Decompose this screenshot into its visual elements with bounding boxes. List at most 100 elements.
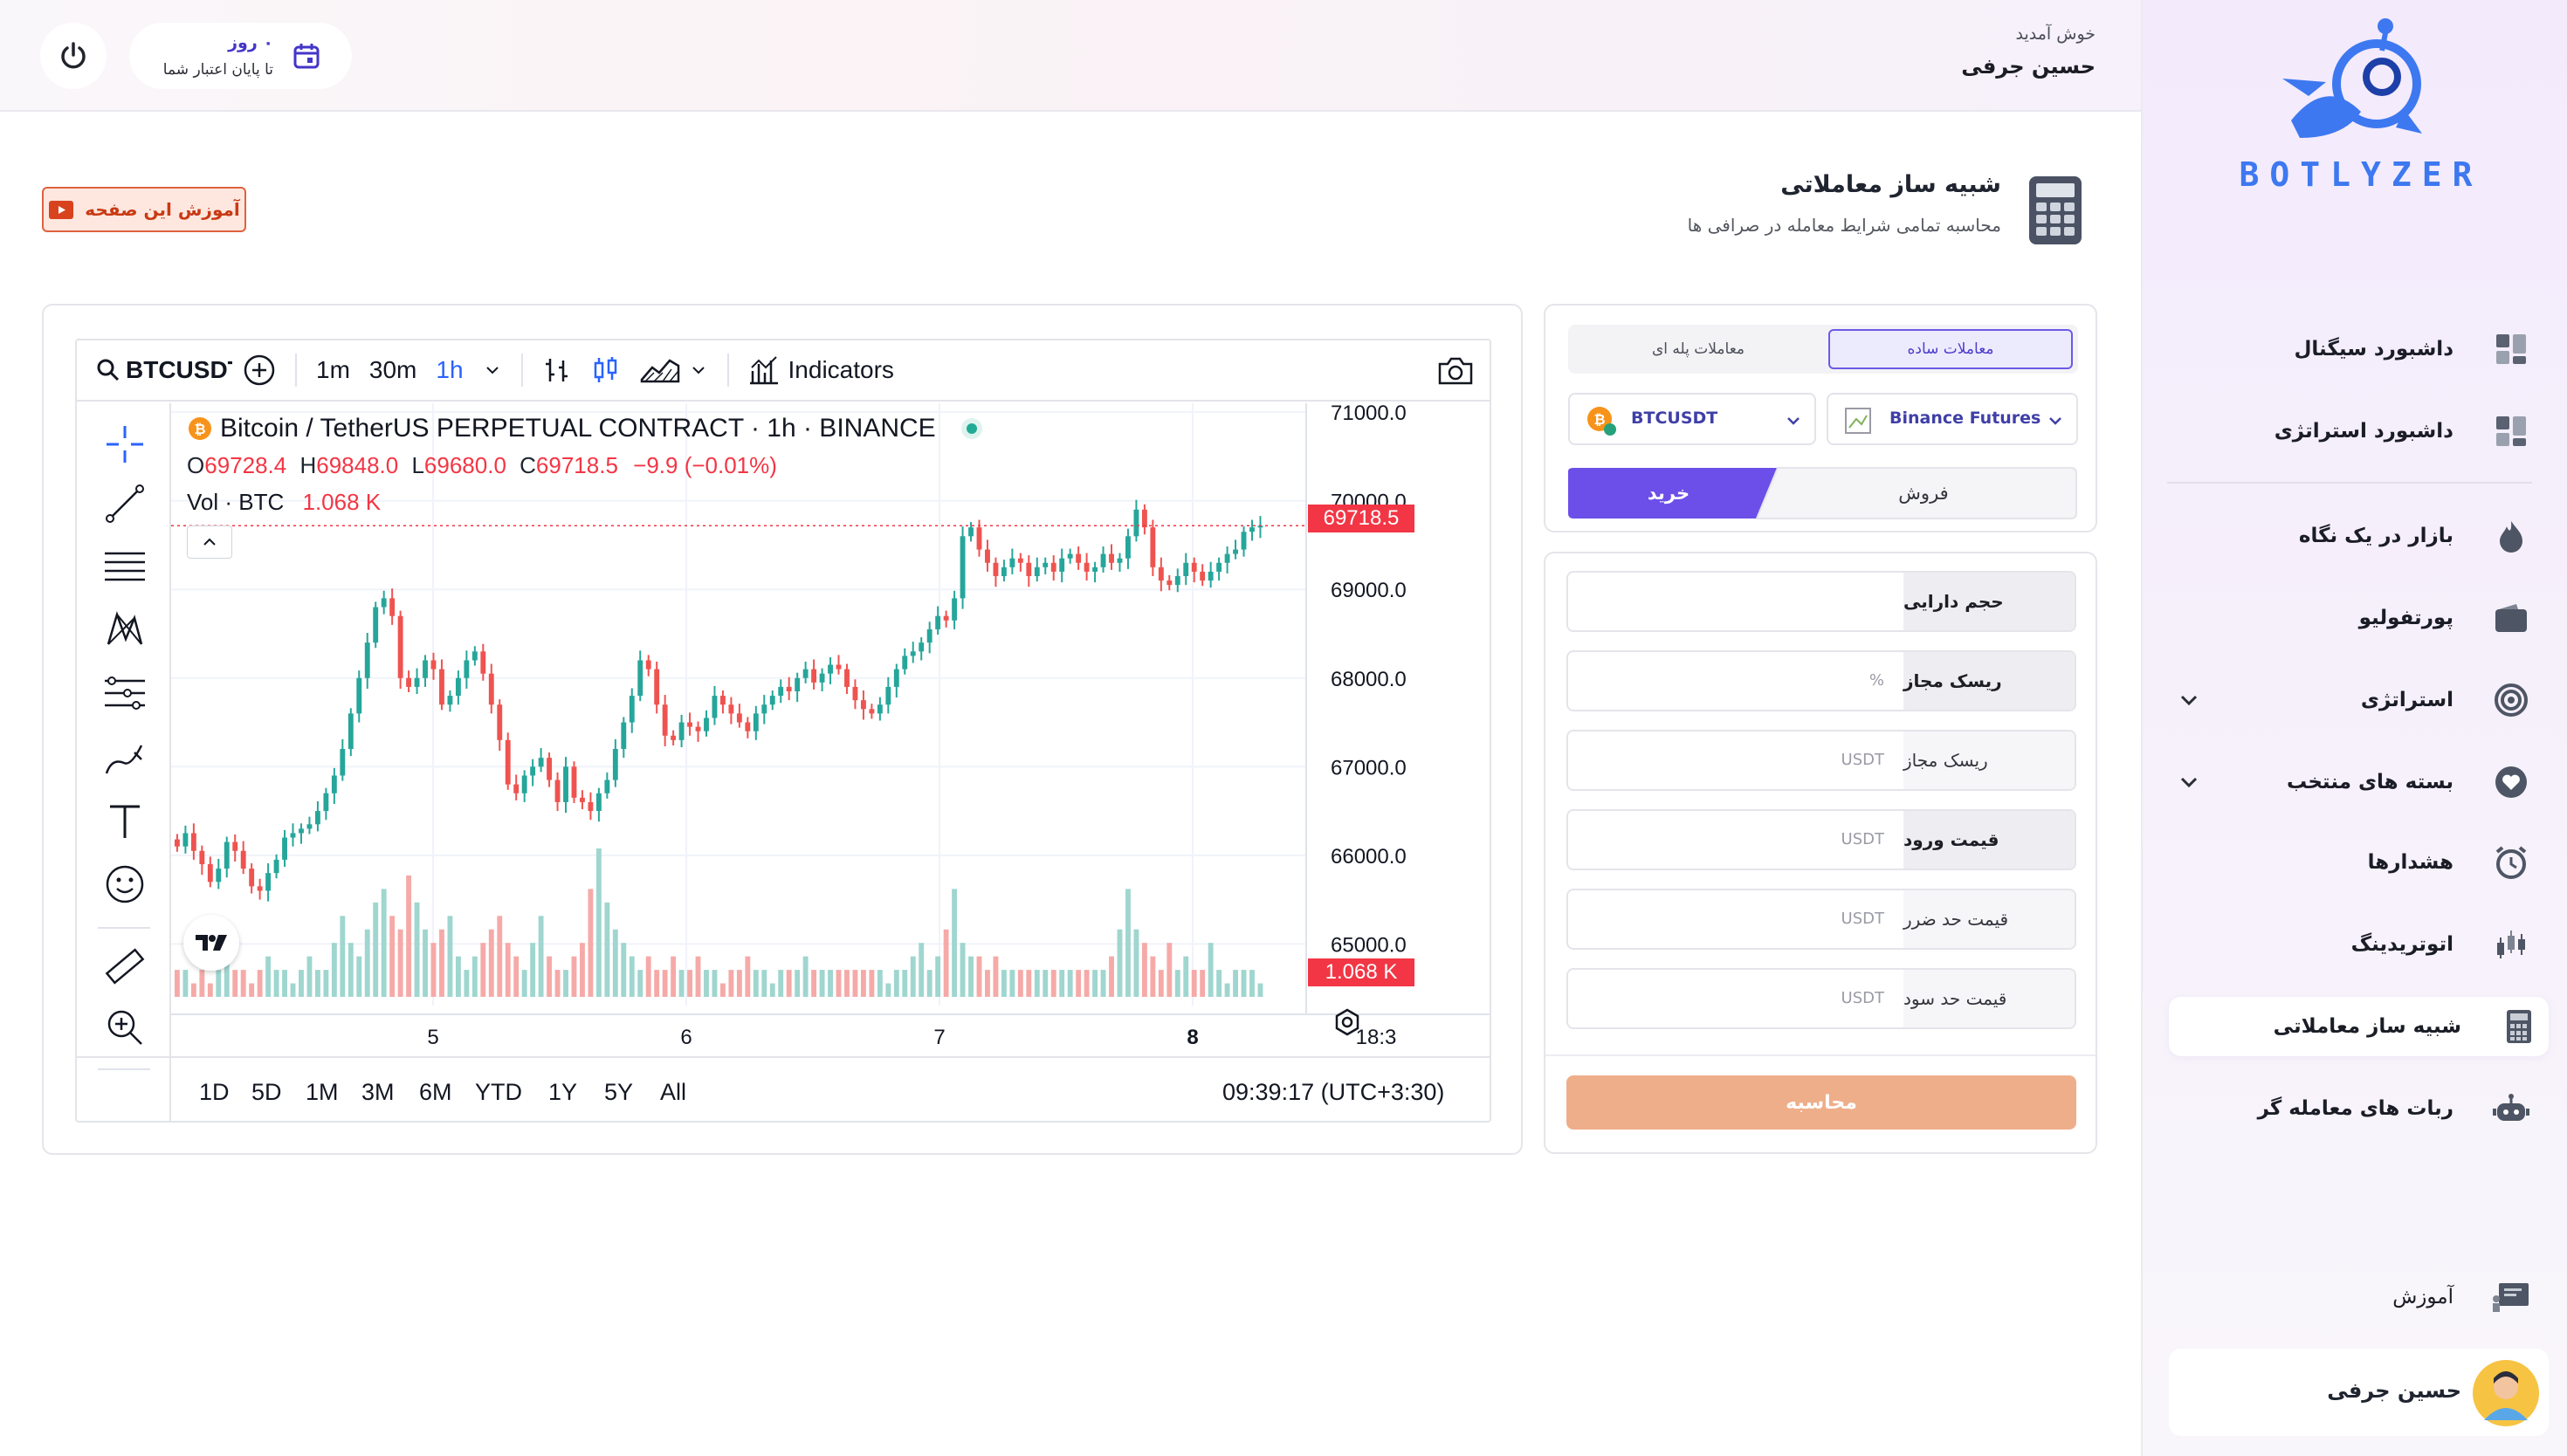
take-profit-field[interactable]: قیمت حد سود USDT [1566, 968, 2076, 1029]
range-5d[interactable]: 5D [251, 1079, 282, 1106]
chevron-down-icon[interactable] [2176, 687, 2202, 713]
interval-30m[interactable]: 30m [369, 356, 416, 384]
stop-loss-field[interactable]: قیمت حد ضرر USDT [1566, 889, 2076, 950]
zoom-in-icon[interactable] [103, 1006, 147, 1049]
fib-retracement-icon[interactable] [103, 546, 147, 587]
interval-1h[interactable]: 1h [436, 356, 463, 384]
volume-bar [447, 916, 453, 997]
volume-bar [935, 956, 941, 997]
candle-body [547, 758, 553, 780]
candle-body [199, 850, 205, 864]
volume-bar [563, 970, 568, 997]
chart-plot-area[interactable]: 71000.0 70000.0 69000.0 68000.0 67000.0 66000… [171, 403, 1490, 1121]
volume-legend: Vol · BTC 1.068 K [187, 489, 381, 516]
tradingview-logo[interactable] [183, 915, 239, 971]
sidebar-item-trade-simulator[interactable]: شبیه ساز معاملاتی [2169, 997, 2549, 1056]
volume-bar [1050, 970, 1056, 997]
chevron-down-icon[interactable] [483, 361, 502, 380]
volume-bar [1100, 970, 1106, 997]
x-tick-label: 7 [933, 1026, 945, 1049]
range-5y[interactable]: 5Y [604, 1079, 633, 1106]
indicators-button[interactable]: Indicators [748, 355, 894, 385]
candle-body [952, 598, 958, 621]
crosshair-icon[interactable] [103, 422, 147, 466]
interval-1m[interactable]: 1m [316, 356, 350, 384]
candle-body [621, 722, 627, 749]
chart-clock[interactable]: 09:39:17 (UTC+3:30) [1222, 1079, 1444, 1106]
volume-bar [786, 970, 792, 997]
volume-bar [1043, 970, 1049, 997]
logout-button[interactable] [40, 23, 107, 89]
volume-bar [919, 943, 925, 997]
volume-bar [265, 956, 272, 997]
area-chart-type-icon[interactable] [640, 355, 680, 385]
emoji-icon[interactable] [103, 862, 147, 906]
text-tool-icon[interactable] [105, 801, 145, 841]
sell-button[interactable]: فروش [1769, 466, 2078, 520]
risk-percent-field[interactable]: ریسک مجاز % [1566, 650, 2076, 711]
ohlc-l-key: L [411, 452, 424, 478]
range-all[interactable]: All [660, 1079, 686, 1106]
trend-line-icon[interactable] [105, 484, 145, 524]
buy-button[interactable]: خرید [1568, 466, 1769, 520]
sidebar-item-strategy[interactable]: استراتژی [2141, 670, 2567, 730]
volume-bar [902, 970, 908, 997]
range-1m[interactable]: 1M [306, 1079, 339, 1106]
tradingview-widget[interactable]: BTCUSDT 1m 30m 1h Indicators 71000.0 700… [75, 339, 1491, 1123]
brush-icon[interactable] [103, 738, 147, 782]
candle-body [1100, 553, 1106, 567]
range-ytd[interactable]: YTD [475, 1079, 522, 1106]
range-1y[interactable]: 1Y [548, 1079, 577, 1106]
volume-bar [571, 956, 577, 997]
sidebar-item-education[interactable]: آموزش [2141, 1267, 2567, 1327]
page-tutorial-button[interactable]: آموزش این صفحه [42, 187, 246, 232]
sidebar-item-autotrading[interactable]: اتوتریدینگ [2141, 915, 2567, 974]
chevron-down-icon[interactable] [2176, 769, 2202, 795]
candle-body [1191, 562, 1197, 572]
nav-divider [2167, 482, 2532, 484]
collapse-legend-button[interactable] [187, 525, 232, 559]
range-1d[interactable]: 1D [199, 1079, 230, 1106]
range-6m[interactable]: 6M [419, 1079, 452, 1106]
candle-body [769, 696, 775, 705]
chevron-down-icon[interactable] [689, 361, 708, 380]
candle-body [290, 833, 296, 838]
candles-chart-type-icon[interactable] [591, 355, 621, 385]
pattern-icon[interactable] [103, 608, 147, 651]
candle-body [1034, 567, 1040, 576]
compare-add-icon[interactable] [243, 354, 276, 387]
bar-chart-type-icon[interactable] [542, 355, 572, 385]
tools-divider [98, 927, 150, 929]
range-3m[interactable]: 3M [361, 1079, 395, 1106]
camera-icon[interactable] [1437, 355, 1474, 387]
svg-text:₿: ₿ [194, 421, 205, 437]
candle-body [299, 828, 304, 834]
sidebar-item-signal-dashboard[interactable]: داشبورد سیگنال [2141, 319, 2567, 379]
pair-select[interactable]: ₿ BTCUSDT [1568, 393, 1816, 445]
candle-body [207, 864, 213, 883]
ruler-icon[interactable] [103, 944, 147, 988]
sidebar-item-selected-packages[interactable]: بسته های منتخب [2141, 752, 2567, 812]
sidebar-item-trading-bots[interactable]: ربات های معامله گر [2141, 1079, 2567, 1138]
risk-usdt-field[interactable]: ریسک مجاز USDT [1566, 730, 2076, 791]
symbol-search[interactable]: BTCUSDT [96, 356, 232, 384]
tab-simple-trades[interactable]: معاملات ساده [1828, 329, 2073, 369]
candle-body [612, 749, 618, 780]
volume-bar [488, 929, 494, 997]
user-profile-card[interactable]: حسین جرفی [2169, 1349, 2549, 1436]
calculate-button[interactable]: محاسبه [1566, 1075, 2076, 1130]
prediction-icon[interactable] [103, 674, 147, 714]
sidebar-item-strategy-dashboard[interactable]: داشبورد استراتژی [2141, 402, 2567, 461]
sidebar-item-alerts[interactable]: هشدارها [2141, 833, 2567, 892]
sidebar-item-market-overview[interactable]: بازار در یک نگاه [2141, 506, 2567, 566]
tab-ladder-trades[interactable]: معاملات پله ای [1573, 329, 1823, 369]
candle-body [306, 824, 313, 829]
exchange-select[interactable]: Binance Futures [1827, 393, 2078, 445]
candle-body [1150, 527, 1156, 567]
asset-volume-field[interactable]: حجم دارایی [1566, 571, 2076, 632]
calculator-icon [2498, 1006, 2540, 1047]
logo-text: BOTLYZER [2239, 155, 2483, 194]
sidebar-item-portfolio[interactable]: پورتفولیو [2141, 588, 2567, 648]
entry-price-field[interactable]: قیمت ورود USDT [1566, 809, 2076, 870]
chart-settings-icon[interactable] [1332, 1007, 1362, 1037]
